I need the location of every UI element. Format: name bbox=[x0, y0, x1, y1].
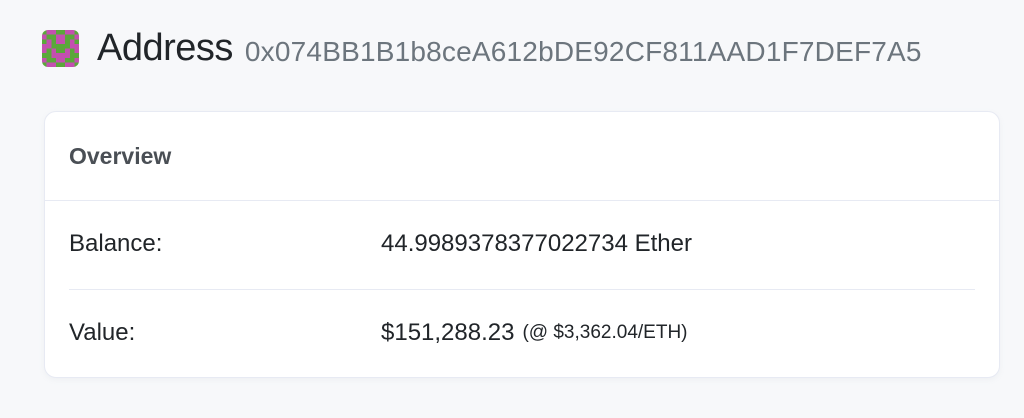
overview-card-header: Overview bbox=[45, 112, 999, 201]
page-header: Address 0x074BB1B1b8ceA612bDE92CF811AAD1… bbox=[42, 26, 922, 70]
address-hash[interactable]: 0x074BB1B1b8ceA612bDE92CF811AAD1F7DEF7A5 bbox=[245, 28, 922, 68]
row-divider bbox=[69, 289, 975, 290]
overview-card: Overview Balance: 44.9989378377022734 Et… bbox=[44, 111, 1000, 378]
eth-price-note: (@ $3,362.04/ETH) bbox=[522, 322, 688, 343]
value-row: Value: $151,288.23 (@ $3,362.04/ETH) bbox=[69, 312, 975, 354]
page-title: Address bbox=[97, 26, 233, 69]
balance-row: Balance: 44.9989378377022734 Ether bbox=[69, 224, 975, 264]
value-amount: $151,288.23 bbox=[381, 319, 515, 346]
balance-value: 44.9989378377022734 Ether bbox=[381, 230, 692, 257]
balance-label: Balance: bbox=[69, 230, 163, 257]
value-label: Value: bbox=[69, 319, 136, 346]
overview-title: Overview bbox=[69, 142, 172, 169]
identicon-avatar bbox=[42, 29, 79, 67]
